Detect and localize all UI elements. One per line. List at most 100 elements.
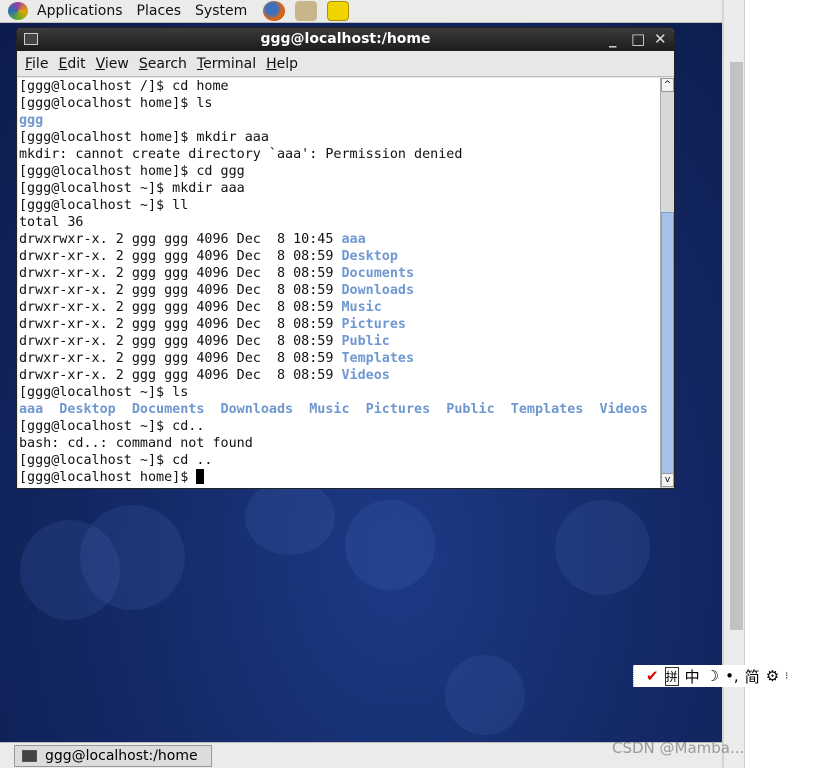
gear-icon[interactable]: ⚙ [766, 667, 779, 685]
terminal-text: Videos [341, 368, 390, 383]
ime-more-icon[interactable]: ⁝ [785, 671, 788, 682]
terminal-text: drwxr-xr-x. 2 ggg ggg 4096 Dec 8 08:59 [19, 300, 342, 315]
terminal-text: drwxr-xr-x. 2 ggg ggg 4096 Dec 8 08:59 [19, 351, 342, 366]
ime-simplified[interactable]: 简 [745, 666, 760, 687]
terminal-line: drwxr-xr-x. 2 ggg ggg 4096 Dec 8 08:59 D… [19, 265, 660, 282]
terminal-text: Desktop [341, 249, 398, 264]
menu-edit[interactable]: Edit [58, 56, 85, 72]
terminal-text: drwxr-xr-x. 2 ggg ggg 4096 Dec 8 08:59 [19, 368, 342, 383]
notes-icon[interactable] [327, 1, 350, 21]
window-title: ggg@localhost:/home [260, 31, 431, 47]
terminal-text: [ggg@localhost ~]$ cd .. [19, 453, 213, 468]
firefox-icon[interactable] [263, 1, 286, 21]
terminal-text: mkdir: cannot create directory `aaa': Pe… [19, 147, 463, 162]
terminal-icon [22, 750, 37, 762]
terminal-window: ggg@localhost:/home _ □ ✕ File Edit View… [16, 27, 675, 489]
cursor [196, 469, 205, 484]
terminal-text: Pictures [341, 317, 406, 332]
terminal-line: drwxr-xr-x. 2 ggg ggg 4096 Dec 8 08:59 T… [19, 350, 660, 367]
terminal-text: [ggg@localhost home]$ mkdir aaa [19, 130, 269, 145]
terminal-line: [ggg@localhost /]$ cd home [19, 78, 660, 95]
terminal-line: drwxr-xr-x. 2 ggg ggg 4096 Dec 8 08:59 V… [19, 367, 660, 384]
terminal-line: total 36 [19, 214, 660, 231]
maximize-icon[interactable]: □ [631, 28, 645, 51]
terminal-text: aaa Desktop Documents Downloads Music Pi… [19, 402, 648, 417]
menu-places[interactable]: Places [137, 3, 182, 19]
terminal-line: mkdir: cannot create directory `aaa': Pe… [19, 146, 660, 163]
menu-help[interactable]: Help [266, 56, 298, 72]
terminal-text: bash: cd..: command not found [19, 436, 253, 451]
terminal-line: drwxr-xr-x. 2 ggg ggg 4096 Dec 8 08:59 D… [19, 248, 660, 265]
terminal-line: drwxr-xr-x. 2 ggg ggg 4096 Dec 8 08:59 M… [19, 299, 660, 316]
scrollbar-thumb[interactable] [730, 62, 743, 630]
menu-search[interactable]: Search [139, 56, 187, 72]
terminal-text: [ggg@localhost ~]$ ls [19, 385, 189, 400]
terminal-text: [ggg@localhost ~]$ mkdir aaa [19, 181, 245, 196]
scroll-down-icon[interactable]: v [661, 473, 674, 487]
terminal-line: [ggg@localhost home]$ mkdir aaa [19, 129, 660, 146]
terminal-text: aaa [341, 232, 366, 247]
menu-terminal[interactable]: Terminal [197, 56, 256, 72]
scroll-up-icon[interactable]: ^ [661, 78, 674, 92]
taskbar-label: ggg@localhost:/home [45, 748, 198, 764]
wallpaper-bubble [445, 655, 525, 735]
minimize-icon[interactable]: _ [609, 28, 617, 51]
terminal-text: Documents [341, 266, 415, 281]
taskbar-item[interactable]: ggg@localhost:/home [14, 745, 212, 767]
terminal-output[interactable]: [ggg@localhost /]$ cd home [ggg@localhost… [18, 78, 660, 488]
menu-applications[interactable]: Applications [37, 3, 123, 19]
menu-bar: File Edit View Search Terminal Help [17, 51, 674, 77]
terminal-line: [ggg@localhost ~]$ ll [19, 197, 660, 214]
mail-icon[interactable] [295, 1, 318, 21]
terminal-text: ggg [19, 113, 44, 128]
wallpaper-bubble [345, 500, 435, 590]
terminal-text: Public [341, 334, 390, 349]
scrollbar-thumb[interactable] [661, 212, 674, 474]
terminal-text: [ggg@localhost home]$ [19, 470, 197, 485]
menu-system[interactable]: System [195, 3, 247, 19]
ime-chinese-mode[interactable]: 中 [685, 666, 700, 687]
close-icon[interactable]: ✕ [654, 28, 667, 51]
terminal-line: [ggg@localhost ~]$ cd.. [19, 418, 660, 435]
terminal-text: [ggg@localhost home]$ ls [19, 96, 213, 111]
terminal-line: [ggg@localhost home]$ cd ggg [19, 163, 660, 180]
wallpaper-bubble [245, 480, 335, 555]
terminal-scrollbar[interactable]: ^ v [660, 78, 674, 488]
terminal-line: [ggg@localhost home]$ [19, 469, 660, 486]
watermark: CSDN @Mamba... [612, 739, 745, 757]
top-panel: Applications Places System [0, 0, 722, 23]
menu-view[interactable]: View [96, 56, 129, 72]
ime-pinyin[interactable]: 拼 [664, 666, 679, 686]
terminal-line: drwxr-xr-x. 2 ggg ggg 4096 Dec 8 08:59 D… [19, 282, 660, 299]
terminal-text: [ggg@localhost /]$ cd home [19, 79, 229, 94]
vertical-scrollbar[interactable] [722, 0, 745, 768]
ime-check-icon[interactable]: ✔ [646, 667, 659, 685]
terminal-text: Music [341, 300, 382, 315]
terminal-text: [ggg@localhost home]$ cd ggg [19, 164, 245, 179]
terminal-line: [ggg@localhost ~]$ ls [19, 384, 660, 401]
terminal-text: drwxr-xr-x. 2 ggg ggg 4096 Dec 8 08:59 [19, 249, 342, 264]
wallpaper-bubble [555, 500, 650, 595]
terminal-text: Templates [341, 351, 415, 366]
ime-halfwidth[interactable]: ☽ [706, 667, 719, 685]
terminal-text: drwxr-xr-x. 2 ggg ggg 4096 Dec 8 08:59 [19, 283, 342, 298]
terminal-line: drwxr-xr-x. 2 ggg ggg 4096 Dec 8 08:59 P… [19, 316, 660, 333]
terminal-text: drwxrwxr-x. 2 ggg ggg 4096 Dec 8 10:45 [19, 232, 342, 247]
ime-punctuation[interactable]: •, [725, 667, 739, 685]
terminal-text: drwxr-xr-x. 2 ggg ggg 4096 Dec 8 08:59 [19, 317, 342, 332]
terminal-line: drwxrwxr-x. 2 ggg ggg 4096 Dec 8 10:45 a… [19, 231, 660, 248]
terminal-line: [ggg@localhost home]$ ls [19, 95, 660, 112]
terminal-line: drwxr-xr-x. 2 ggg ggg 4096 Dec 8 08:59 P… [19, 333, 660, 350]
distro-logo-icon [8, 2, 28, 20]
terminal-text: total 36 [19, 215, 84, 230]
terminal-text: [ggg@localhost ~]$ ll [19, 198, 189, 213]
ime-toolbar: ✔ 拼 中 ☽ •, 简 ⚙ ⁝ [633, 665, 808, 687]
title-bar[interactable]: ggg@localhost:/home _ □ ✕ [17, 28, 674, 51]
terminal-icon [24, 33, 38, 45]
menu-file[interactable]: File [25, 56, 48, 72]
terminal-line: bash: cd..: command not found [19, 435, 660, 452]
wallpaper-bubble [80, 505, 185, 610]
terminal-line: [ggg@localhost ~]$ cd .. [19, 452, 660, 469]
terminal-text: [ggg@localhost ~]$ cd.. [19, 419, 205, 434]
terminal-line: aaa Desktop Documents Downloads Music Pi… [19, 401, 660, 418]
